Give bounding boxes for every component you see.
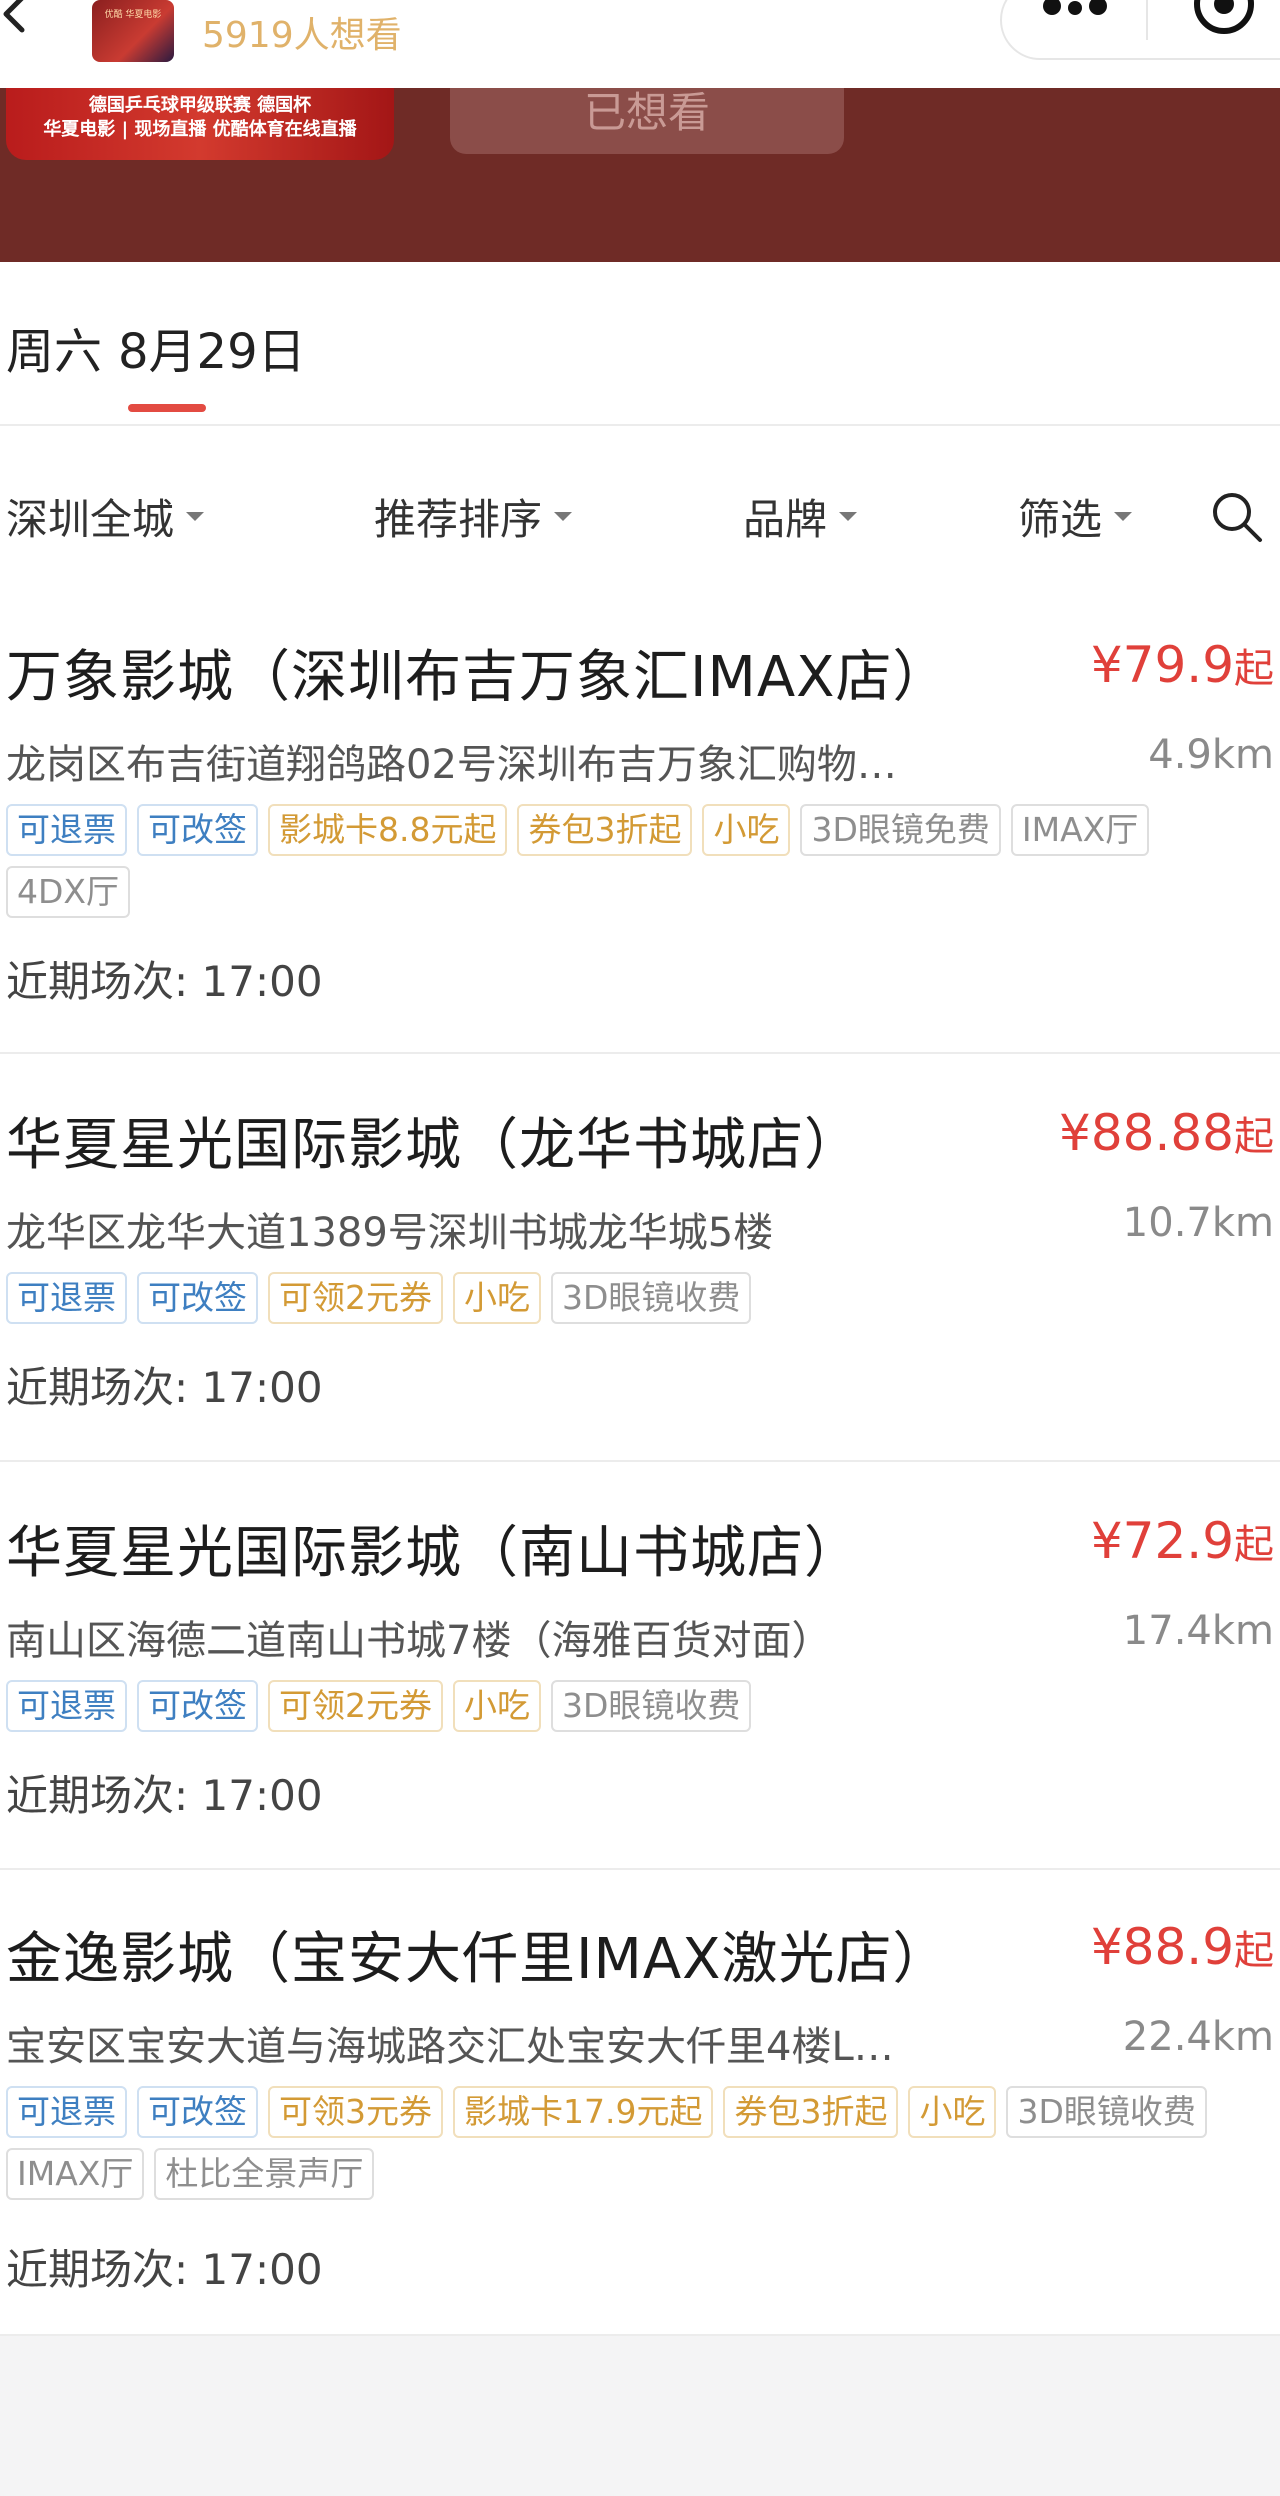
tag: 可退票 xyxy=(6,2086,127,2138)
divider xyxy=(0,1868,1280,1870)
divider xyxy=(0,1052,1280,1054)
cinema-price: ¥79.9起 xyxy=(1091,636,1274,694)
tag: 3D眼镜收费 xyxy=(1006,2086,1207,2138)
tag: 小吃 xyxy=(453,1680,541,1732)
cinema-tags: 可退票 可改签 影城卡8.8元起 券包3折起 小吃 3D眼镜免费 IMAX厅 4… xyxy=(6,804,1274,918)
date-tab-underline xyxy=(128,404,206,412)
next-session: 近期场次: 17:00 xyxy=(6,1363,323,1412)
tag: 3D眼镜收费 xyxy=(551,1680,752,1732)
tag: 影城卡8.8元起 xyxy=(268,804,508,856)
search-icon[interactable] xyxy=(1210,490,1264,544)
cinema-distance: 10.7km xyxy=(1122,1200,1274,1246)
price-value: ¥88.9 xyxy=(1090,1918,1234,1976)
want-to-watch-count: 5919人想看 xyxy=(202,15,402,56)
tag: 券包3折起 xyxy=(723,2086,899,2138)
cinema-tags: 可退票 可改签 可领3元券 影城卡17.9元起 券包3折起 小吃 3D眼镜收费 … xyxy=(6,2086,1274,2200)
tag: 小吃 xyxy=(453,1272,541,1324)
tag: 3D眼镜收费 xyxy=(551,1272,752,1324)
tag: 券包3折起 xyxy=(517,804,693,856)
next-session: 近期场次: 17:00 xyxy=(6,957,323,1006)
caret-down-icon xyxy=(839,512,858,521)
tag: 可改签 xyxy=(137,2086,258,2138)
price-value: ¥72.9 xyxy=(1090,1512,1234,1570)
cinema-price: ¥88.88起 xyxy=(1059,1104,1274,1162)
cinema-card[interactable]: 万象影城（深圳布吉万象汇IMAX店） ¥79.9起 龙岗区布吉街道翔鸽路02号深… xyxy=(0,632,1280,1030)
date-weekday: 周六 xyxy=(6,324,103,380)
poster-line-1: 德国乒乓球甲级联赛 德国杯 xyxy=(88,95,312,116)
back-chevron-icon[interactable] xyxy=(0,0,40,40)
tag: 可领2元券 xyxy=(268,1272,443,1324)
next-session: 近期场次: 17:00 xyxy=(6,1771,323,1820)
more-dots-icon[interactable] xyxy=(1040,0,1110,26)
tag: 小吃 xyxy=(702,804,791,856)
price-value: ¥79.9 xyxy=(1090,636,1234,694)
close-target-icon[interactable] xyxy=(1194,0,1254,36)
filter-brand-label: 品牌 xyxy=(743,495,828,544)
cinema-address: 南山区海德二道南山书城7楼（海雅百货对面） xyxy=(6,1618,832,1664)
filter-brand[interactable]: 品牌 xyxy=(743,486,858,547)
date-value: 8月29日 xyxy=(118,324,306,380)
tag: IMAX厅 xyxy=(6,2148,145,2200)
event-poster[interactable]: 德国乒乓球甲级联赛 德国杯 华夏电影 | 现场直播 优酷体育在线直播 xyxy=(6,88,394,160)
tag: 可领3元券 xyxy=(268,2086,443,2138)
poster-line-2: 华夏电影 | 现场直播 优酷体育在线直播 xyxy=(43,119,357,140)
filter-screen-label: 筛选 xyxy=(1018,495,1103,544)
cinema-distance: 17.4km xyxy=(1122,1608,1274,1654)
cinema-tags: 可退票 可改签 可领2元券 小吃 3D眼镜收费 xyxy=(6,1680,1274,1732)
caret-down-icon xyxy=(554,512,573,521)
mini-poster-text: 优酷 华夏电影 xyxy=(104,10,162,20)
cinema-name: 金逸影城（宝安大仟里IMAX激光店） xyxy=(6,1927,950,1992)
cinema-name: 华夏星光国际影城（龙华书城店） xyxy=(6,1113,861,1178)
cinema-price: ¥72.9起 xyxy=(1091,1512,1274,1570)
cinema-name: 万象影城（深圳布吉万象汇IMAX店） xyxy=(6,645,950,710)
tag: IMAX厅 xyxy=(1010,804,1150,856)
tag: 可领2元券 xyxy=(268,1680,443,1732)
tag: 可退票 xyxy=(6,1272,127,1324)
cinema-distance: 22.4km xyxy=(1122,2014,1274,2060)
filter-bar: 深圳全城 推荐排序 品牌 筛选 xyxy=(0,474,1280,564)
price-value: ¥88.88 xyxy=(1059,1104,1234,1162)
price-suffix: 起 xyxy=(1234,1114,1274,1160)
divider xyxy=(0,2334,1280,2336)
tag: 可改签 xyxy=(137,1680,258,1732)
date-tab-selected[interactable]: 周六 8月29日 xyxy=(6,312,306,382)
caret-down-icon xyxy=(186,512,205,521)
price-suffix: 起 xyxy=(1234,1928,1274,1974)
filter-screen[interactable]: 筛选 xyxy=(1018,486,1133,547)
divider xyxy=(0,1460,1280,1462)
capsule-divider xyxy=(1146,0,1148,40)
cinema-address: 宝安区宝安大道与海城路交汇处宝安大仟里4楼L… xyxy=(6,2024,894,2070)
filter-sort[interactable]: 推荐排序 xyxy=(374,486,573,547)
filter-city[interactable]: 深圳全城 xyxy=(6,486,205,547)
price-suffix: 起 xyxy=(1234,646,1274,692)
cinema-address: 龙岗区布吉街道翔鸽路02号深圳布吉万象汇购物… xyxy=(6,742,897,788)
price-suffix: 起 xyxy=(1234,1522,1274,1568)
tag: 3D眼镜免费 xyxy=(800,804,1001,856)
wanted-button[interactable]: 已想看 xyxy=(450,88,844,154)
caret-down-icon xyxy=(1114,512,1133,521)
tag: 4DX厅 xyxy=(6,866,131,918)
tag: 可改签 xyxy=(137,1272,258,1324)
divider xyxy=(0,424,1280,426)
cinema-distance: 4.9km xyxy=(1148,732,1274,778)
filter-sort-label: 推荐排序 xyxy=(374,495,543,544)
cinema-card[interactable]: 华夏星光国际影城（南山书城店） ¥72.9起 南山区海德二道南山书城7楼（海雅百… xyxy=(0,1508,1280,1838)
tag: 杜比全景声厅 xyxy=(154,2148,375,2200)
cinema-price: ¥88.9起 xyxy=(1091,1918,1274,1976)
cinema-name: 华夏星光国际影城（南山书城店） xyxy=(6,1521,861,1586)
filter-city-label: 深圳全城 xyxy=(6,495,175,544)
cinema-tags: 可退票 可改签 可领2元券 小吃 3D眼镜收费 xyxy=(6,1272,1274,1324)
cinema-card[interactable]: 华夏星光国际影城（龙华书城店） ¥88.88起 龙华区龙华大道1389号深圳书城… xyxy=(0,1100,1280,1430)
tag: 小吃 xyxy=(908,2086,997,2138)
next-session: 近期场次: 17:00 xyxy=(6,2245,323,2294)
tag: 影城卡17.9元起 xyxy=(453,2086,714,2138)
top-bar: 优酷 华夏电影 5919人想看 xyxy=(0,0,1280,88)
cinema-card[interactable]: 金逸影城（宝安大仟里IMAX激光店） ¥88.9起 宝安区宝安大道与海城路交汇处… xyxy=(0,1914,1280,2314)
tag: 可改签 xyxy=(137,804,258,856)
cinema-address: 龙华区龙华大道1389号深圳书城龙华城5楼 xyxy=(6,1210,774,1256)
tag: 可退票 xyxy=(6,804,127,856)
cinema-list-panel: 周六 8月29日 深圳全城 推荐排序 品牌 筛选 万象影城（深圳布吉万象汇IMAX… xyxy=(0,262,1280,2336)
movie-mini-poster[interactable]: 优酷 华夏电影 xyxy=(92,0,174,62)
tag: 可退票 xyxy=(6,1680,127,1732)
